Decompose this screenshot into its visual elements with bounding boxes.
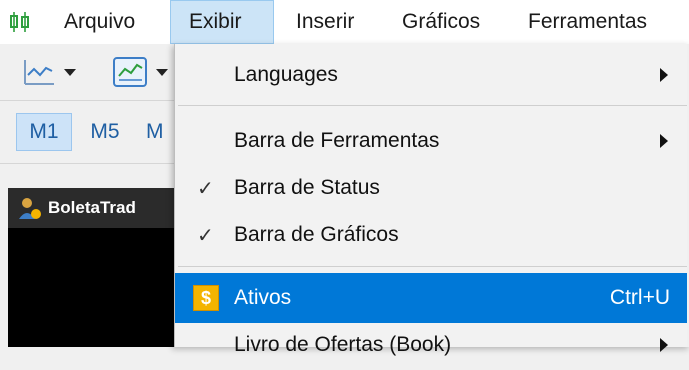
submenu-arrow-icon [660, 68, 668, 82]
checkmark-icon: ✓ [197, 224, 214, 247]
trader-icon [19, 198, 41, 219]
submenu-arrow-icon [660, 134, 668, 148]
menu-exibir[interactable]: Exibir [170, 0, 274, 44]
menu-item-livro-de-ofertas[interactable]: Livro de Ofertas (Book) [175, 320, 689, 370]
menu-item-label: Languages [234, 63, 338, 86]
shortcut-label: Ctrl+U [609, 286, 670, 309]
boleta-window-title[interactable]: BoletaTrad [8, 188, 183, 228]
menu-item-barra-de-graficos[interactable]: ✓ Barra de Gráficos [175, 210, 689, 260]
timeframe-partial-button[interactable]: M [146, 113, 176, 151]
menu-item-languages[interactable]: Languages [175, 50, 689, 100]
checkmark-icon: ✓ [197, 177, 214, 200]
app-candlestick-icon[interactable] [0, 0, 40, 44]
line-chart-icon [24, 60, 54, 85]
menu-arquivo[interactable]: Arquivo [40, 0, 170, 44]
chart-window-icon [113, 57, 147, 87]
menu-item-ativos[interactable]: $ Ativos Ctrl+U [175, 273, 689, 323]
submenu-arrow-icon [660, 338, 668, 352]
menu-separator [178, 266, 688, 267]
left-divider [0, 188, 8, 347]
menu-item-label: Barra de Status [234, 176, 380, 199]
line-chart-dropdown-button[interactable] [22, 54, 76, 90]
menu-item-label: Ativos [234, 286, 292, 309]
menu-item-barra-de-ferramentas[interactable]: Barra de Ferramentas [175, 116, 689, 166]
menu-bar: Arquivo Exibir Inserir Gráficos Ferramen… [0, 0, 689, 44]
chevron-down-icon [64, 68, 76, 76]
timeframe-m5-button[interactable]: M5 [80, 113, 130, 151]
exibir-dropdown-menu: Languages Barra de Ferramentas ✓ Barra d… [174, 44, 689, 356]
menu-graficos[interactable]: Gráficos [382, 0, 514, 44]
chart-template-dropdown-button[interactable] [112, 54, 168, 90]
menu-item-barra-de-status[interactable]: ✓ Barra de Status [175, 163, 689, 213]
menu-inserir[interactable]: Inserir [274, 0, 382, 44]
menu-item-label: Livro de Ofertas (Book) [234, 333, 452, 356]
menu-ferramentas[interactable]: Ferramentas [514, 0, 657, 44]
chevron-down-icon [156, 68, 168, 76]
menu-item-label: Barra de Ferramentas [234, 129, 440, 152]
menu-separator [178, 105, 688, 106]
boleta-title-text: BoletaTrad [48, 198, 136, 217]
menu-item-label: Barra de Gráficos [234, 223, 399, 246]
dollar-icon: $ [193, 285, 219, 311]
timeframe-m1-button[interactable]: M1 [16, 113, 72, 151]
